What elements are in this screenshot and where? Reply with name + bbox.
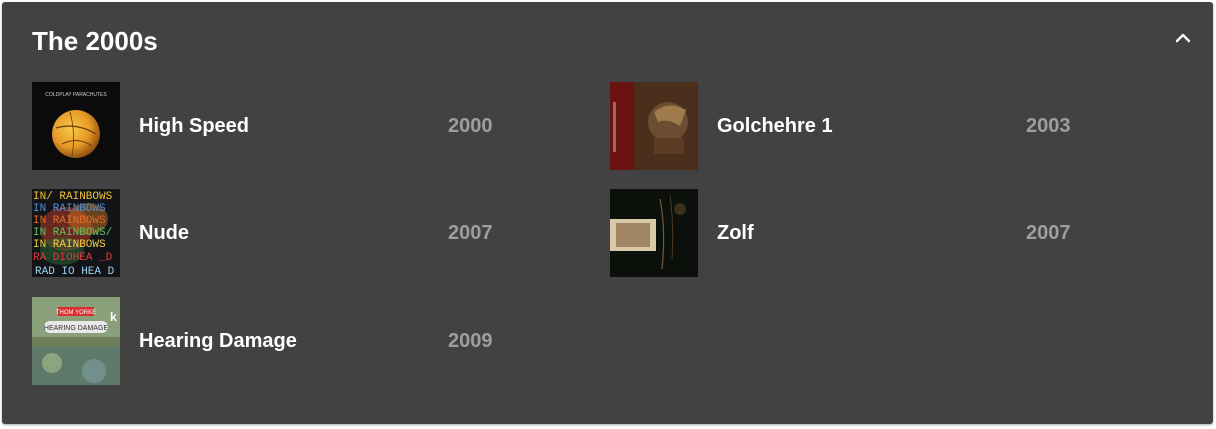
album-art-line: IN/ RAINBOWS (33, 191, 113, 203)
album-art-line: HEARING DAMAGE (44, 325, 109, 332)
album-art-line: THOM YORKE (56, 310, 96, 316)
album-art-line: RAD IO HEA D (35, 266, 115, 277)
song-title: Nude (139, 222, 189, 244)
section-title: The 2000s (32, 26, 158, 56)
album-art: THOM YORKE HEARING DAMAGE k (32, 297, 120, 385)
song-row[interactable]: Golchehre 1 2003 (610, 82, 1090, 170)
song-title: Zolf (717, 222, 754, 244)
song-row[interactable]: IN/ RAINBOWS IN RAINBOWS IN RAINBOWS IN … (32, 189, 512, 277)
album-art: COLDPLAY PARACHUTES (32, 82, 120, 170)
song-year: 2007 (448, 222, 493, 244)
album-art-label: COLDPLAY PARACHUTES (45, 92, 107, 98)
album-art: IN/ RAINBOWS IN RAINBOWS IN RAINBOWS IN … (32, 189, 120, 277)
song-title: High Speed (139, 115, 250, 137)
song-year: 2003 (1026, 115, 1071, 137)
decade-card: The 2000s COLDPLAY PARACHUTES High Speed… (2, 2, 1213, 424)
song-row[interactable]: COLDPLAY PARACHUTES High Speed 2000 (32, 82, 512, 170)
song-year: 2007 (1026, 222, 1071, 244)
song-row[interactable]: Zolf 2007 (610, 189, 1090, 277)
album-art-line: IN RAINBOWS (33, 215, 106, 227)
album-art-line: IN RAINBOWS (33, 203, 106, 215)
chevron-up-icon (1175, 33, 1191, 43)
collapse-button[interactable] (1169, 24, 1197, 52)
album-art (610, 189, 698, 277)
song-title: Golchehre 1 (717, 115, 833, 137)
song-row[interactable]: THOM YORKE HEARING DAMAGE k Hearing Dama… (32, 297, 512, 385)
song-title: Hearing Damage (139, 330, 297, 352)
album-art (610, 82, 698, 170)
song-year: 2009 (448, 330, 493, 352)
album-art-line: IN RAINBOWS (33, 239, 106, 251)
song-year: 2000 (448, 115, 493, 137)
album-art-line: RA DIOHEA _D (33, 252, 113, 264)
svg-text:k: k (110, 310, 117, 324)
album-art-line: IN RAINBOWS/ (33, 227, 112, 239)
